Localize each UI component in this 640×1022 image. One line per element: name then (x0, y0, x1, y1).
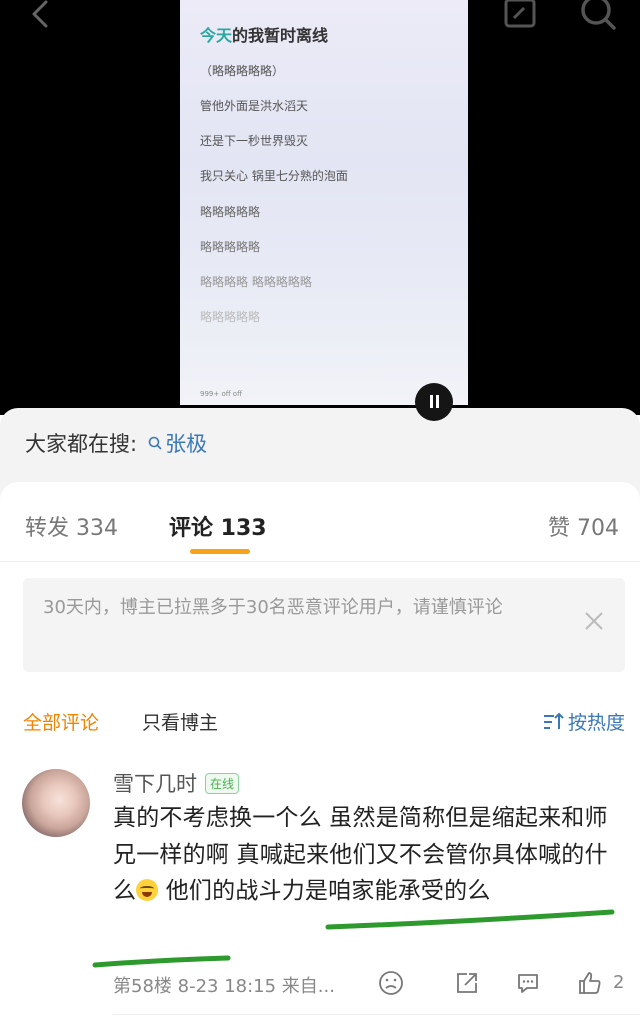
lyric-line: 还是下一秒世界毁灭 (200, 134, 309, 148)
close-icon[interactable] (583, 610, 605, 632)
sort-by-hot[interactable]: 按热度 (542, 708, 625, 735)
divider (0, 561, 640, 562)
online-badge: 在线 (205, 772, 240, 794)
filter-owner-only[interactable]: 只看博主 (142, 708, 218, 735)
lyric-line: 略略略略略 (200, 240, 261, 254)
tab-comment[interactable]: 评论 133 (169, 510, 267, 542)
avatar[interactable] (22, 769, 90, 837)
notice-banner: 30天内，博主已拉黑多于30名恶意评论用户，请谨慎评论 (23, 578, 625, 672)
lyric-line: 略略略略略 (200, 310, 261, 324)
comment-author[interactable]: 雪下几时 在线 (113, 768, 240, 798)
back-arrow-icon[interactable] (22, 0, 62, 36)
player-toolbar: 999+ off off (200, 390, 242, 398)
comment-meta: 第58楼 8-23 18:15 来自... (113, 976, 335, 997)
tab-like[interactable]: 赞 704 (548, 510, 619, 542)
lyric-line: 管他外面是洪水滔天 (200, 99, 309, 113)
lyric-line: （略略略略略） (200, 64, 285, 78)
small-search-icon (148, 436, 162, 450)
lyric-line: 略略略略 略略略略略 (200, 275, 312, 289)
forward-icon[interactable] (453, 969, 481, 997)
share-screen-icon[interactable] (498, 0, 542, 38)
pause-button[interactable] (415, 383, 453, 421)
lyric-line: 我只关心 锅里七分熟的泡面 (200, 169, 348, 183)
green-underline-annotation (92, 909, 615, 968)
trending-label: 大家都在搜: (25, 432, 138, 456)
notice-text: 30天内，博主已拉黑多于30名恶意评论用户，请谨慎评论 (43, 597, 503, 618)
comments-panel: 转发 334 评论 133 赞 704 30天内，博主已拉黑多于30名恶意评论用… (0, 482, 640, 1022)
lyric-line: 略略略略略 (200, 205, 261, 219)
video-frame-lyrics: 今天的我暂时离线 （略略略略略） 管他外面是洪水滔天 还是下一秒世界毁灭 我只关… (180, 0, 468, 405)
active-tab-indicator (190, 549, 250, 554)
trending-keyword-link[interactable]: 张极 (147, 428, 207, 458)
thumbs-up-icon[interactable] (576, 969, 604, 997)
like-count: 2 (613, 972, 625, 993)
song-title: 今天的我暂时离线 (200, 26, 329, 45)
laughing-crying-emoji-icon (136, 879, 159, 901)
sort-icon (543, 712, 564, 729)
search-icon[interactable] (576, 0, 620, 38)
divider (113, 1014, 640, 1015)
filter-all-comments[interactable]: 全部评论 (23, 708, 99, 735)
dislike-face-icon[interactable] (377, 969, 405, 997)
tab-repost[interactable]: 转发 334 (25, 510, 118, 542)
video-player[interactable]: 今天的我暂时离线 （略略略略略） 管他外面是洪水滔天 还是下一秒世界毁灭 我只关… (0, 0, 640, 415)
trending-search: 大家都在搜: 张极 (25, 428, 207, 458)
comment-body: 真的不考虑换一个么 虽然是简称但是缩起来和师兄一样的啊 真喊起来他们又不会管你具… (113, 805, 608, 904)
reply-bubble-icon[interactable] (514, 969, 542, 997)
